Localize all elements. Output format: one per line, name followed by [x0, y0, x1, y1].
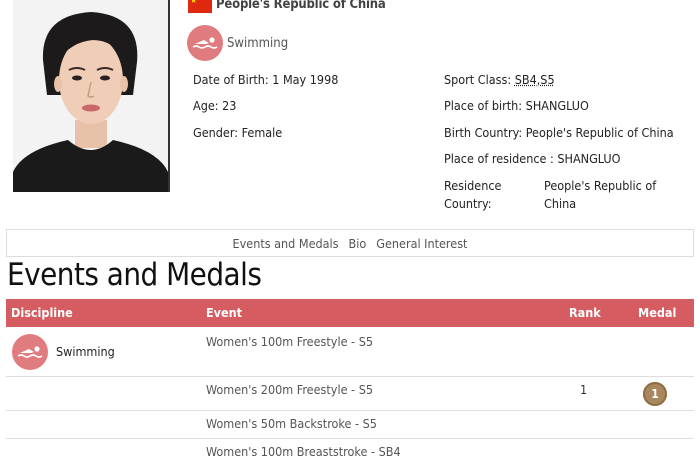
place-of-residence-row: Place of residence : SHANGLUO	[444, 151, 621, 166]
info-value: 23	[222, 98, 237, 113]
athlete-country: People's Republic of China	[216, 0, 386, 12]
info-value: People's Republic of	[544, 178, 657, 193]
info-value: 1 May 1998	[272, 72, 339, 87]
table-row: Women's 200m Freestyle - S5 1 1	[6, 377, 694, 411]
info-label: Date of Birth:	[193, 72, 269, 87]
gold-medal-icon: 1	[643, 382, 667, 406]
flag-star-icon: ★	[190, 0, 198, 6]
info-label: Place of birth:	[444, 98, 523, 113]
residence-country-label: Residence Country:	[444, 177, 501, 213]
tab-bio[interactable]: Bio	[349, 236, 367, 251]
event-cell[interactable]: Women's 100m Breaststroke - SB4	[206, 444, 401, 459]
swimmer-icon	[187, 25, 223, 61]
medal-label: 1	[651, 387, 659, 401]
sport-class-value[interactable]: SB4,S5	[515, 72, 555, 87]
header-rank: Rank	[569, 305, 601, 320]
table-header: Discipline Event Rank Medal	[6, 299, 694, 327]
gender-row: Gender: Female	[193, 125, 282, 140]
residence-country-value: People's Republic of China	[544, 177, 656, 213]
info-label: Residence	[444, 178, 502, 193]
info-value: People's Republic of China	[525, 125, 674, 140]
header-medal: Medal	[638, 305, 677, 320]
tab-general-interest[interactable]: General Interest	[376, 236, 467, 251]
event-cell[interactable]: Women's 100m Freestyle - S5	[206, 334, 373, 349]
info-value: China	[544, 196, 577, 211]
table-row: Swimming Women's 100m Freestyle - S5	[6, 327, 694, 377]
info-label: Place of residence :	[444, 151, 554, 166]
profile-tabs: Events and Medals Bio General Interest	[6, 229, 694, 257]
info-value: Female	[241, 125, 283, 140]
event-cell[interactable]: Women's 200m Freestyle - S5	[206, 382, 373, 397]
place-of-birth-row: Place of birth: SHANGLUO	[444, 98, 589, 113]
info-label: Country:	[444, 196, 492, 211]
header-event: Event	[206, 305, 243, 320]
info-label: Birth Country:	[444, 125, 523, 140]
sport-badge: Swimming	[187, 25, 288, 61]
rank-cell: 1	[580, 382, 588, 397]
age-row: Age: 23	[193, 98, 236, 113]
sport-label: Swimming	[227, 35, 289, 51]
table-row: Women's 100m Breaststroke - SB4	[6, 439, 694, 465]
table-row: Women's 50m Backstroke - S5	[6, 411, 694, 439]
info-label: Age:	[193, 98, 219, 113]
swimmer-icon	[12, 334, 48, 370]
info-label: Gender:	[193, 125, 239, 140]
event-cell[interactable]: Women's 50m Backstroke - S5	[206, 416, 377, 431]
sport-class-row: Sport Class: SB4,S5	[444, 72, 555, 87]
birth-country-row: Birth Country: People's Republic of Chin…	[444, 125, 674, 140]
athlete-photo	[13, 0, 170, 192]
info-label: Sport Class:	[444, 72, 512, 87]
discipline-cell: Swimming	[56, 344, 115, 359]
info-value: SHANGLUO	[557, 151, 621, 166]
china-flag-icon: ★	[188, 0, 212, 13]
section-title: Events and Medals	[7, 257, 262, 293]
tab-events-and-medals[interactable]: Events and Medals	[233, 236, 339, 251]
header-discipline: Discipline	[11, 305, 73, 320]
info-value: SHANGLUO	[525, 98, 589, 113]
date-of-birth-row: Date of Birth: 1 May 1998	[193, 72, 338, 87]
